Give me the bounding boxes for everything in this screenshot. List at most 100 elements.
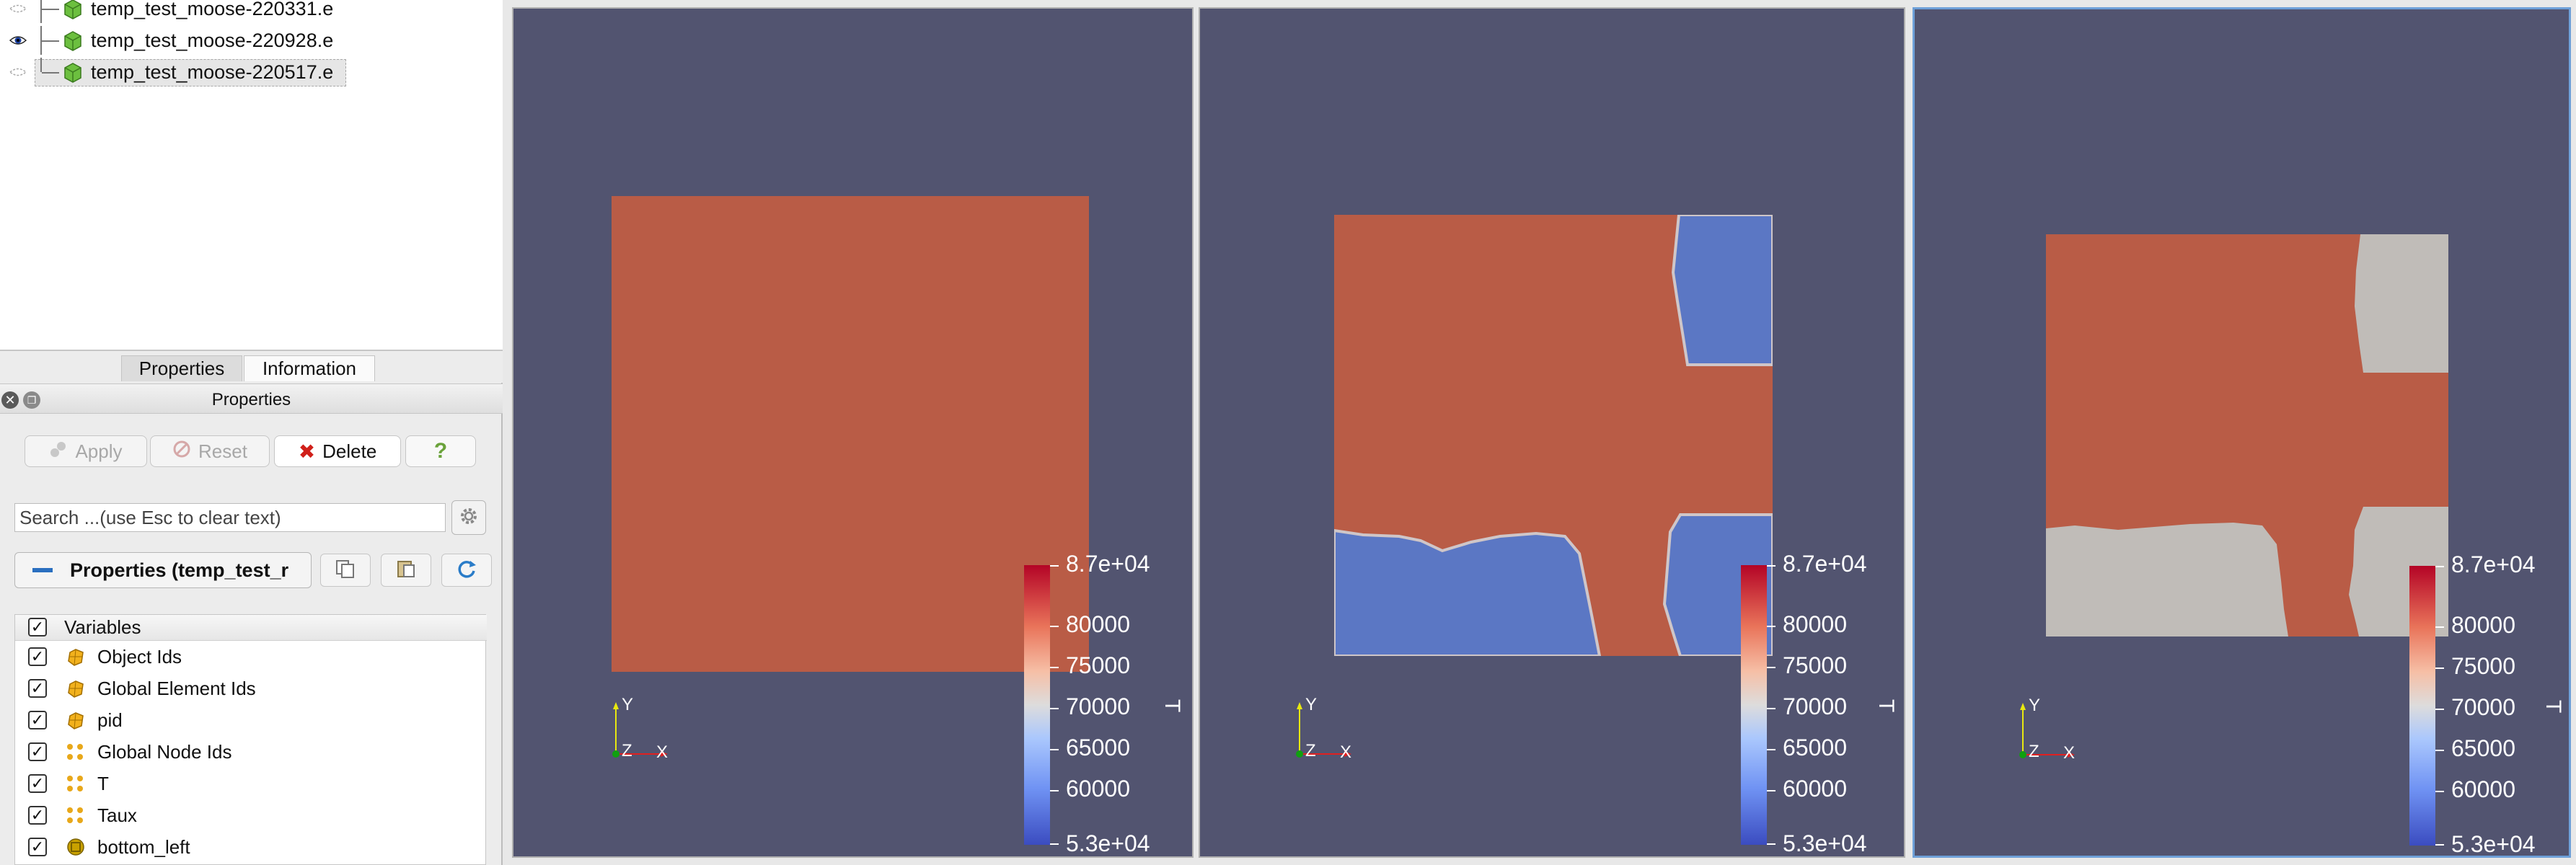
help-button[interactable]: ? xyxy=(405,435,476,467)
cell-data-icon xyxy=(66,678,86,698)
paste-icon xyxy=(395,559,417,582)
list-item[interactable]: ✓ Taux xyxy=(15,799,487,831)
delete-button[interactable]: ✖ Delete xyxy=(274,435,401,467)
tab-properties[interactable]: Properties xyxy=(121,355,242,381)
legend-tick-label: 70000 xyxy=(1066,693,1130,719)
dataset-cube-icon xyxy=(62,61,84,83)
dock-title: Properties xyxy=(211,390,291,409)
tab-information[interactable]: Information xyxy=(244,355,375,381)
copy-button[interactable] xyxy=(320,554,371,587)
color-legend-bar xyxy=(2409,566,2444,846)
checkbox[interactable]: ✓ xyxy=(28,679,47,698)
reset-button[interactable]: Reset xyxy=(150,435,270,467)
pipeline-item-label: temp_test_moose-220928.e xyxy=(91,29,334,51)
delete-icon: ✖ xyxy=(298,440,316,463)
variable-label: T xyxy=(97,772,109,794)
pipeline-item[interactable]: temp_test_moose-220331.e xyxy=(0,0,503,23)
tree-branch xyxy=(40,26,62,55)
axis-x-label: X xyxy=(2063,743,2076,763)
axis-y-label: Y xyxy=(1305,695,1318,714)
pipeline-item[interactable]: temp_test_moose-220928.e xyxy=(0,26,503,55)
dataset-cube-icon xyxy=(62,30,84,51)
cell-data-icon xyxy=(66,647,86,667)
variable-label: Global Node Ids xyxy=(97,740,232,763)
list-item[interactable]: ✓ Global Node Ids xyxy=(15,736,487,768)
legend-min-label: 5.3e+04 xyxy=(1066,830,1150,856)
checkbox[interactable]: ✓ xyxy=(28,774,47,793)
axis-x-label: X xyxy=(1340,742,1352,762)
variable-label: pid xyxy=(97,709,123,731)
color-legend-bar xyxy=(1024,565,1059,845)
legend-title: T xyxy=(1160,699,1184,713)
orientation-axes: Y Z X xyxy=(606,689,692,768)
list-item[interactable]: ✓ bottom_left xyxy=(15,831,487,863)
checkbox-all[interactable]: ✓ xyxy=(28,618,47,636)
delete-label: Delete xyxy=(322,440,377,462)
legend-min-label: 5.3e+04 xyxy=(2451,831,2536,857)
refresh-icon xyxy=(456,558,477,583)
section-label: Properties (temp_test_r xyxy=(70,559,289,581)
list-item[interactable]: ✓ Object Ids xyxy=(15,641,487,673)
tree-branch xyxy=(40,58,62,74)
eye-closed-icon[interactable] xyxy=(7,65,29,79)
collapse-icon xyxy=(32,568,53,572)
reset-icon xyxy=(172,440,191,463)
legend-tick-label: 60000 xyxy=(1066,776,1130,802)
paste-button[interactable] xyxy=(381,554,431,587)
checkbox[interactable]: ✓ xyxy=(28,838,47,856)
variables-header[interactable]: ✓ Variables xyxy=(15,615,487,641)
gear-icon xyxy=(459,506,479,530)
mesh-surface xyxy=(2046,234,2448,636)
legend-min-label: 5.3e+04 xyxy=(1783,830,1867,856)
apply-button[interactable]: Apply xyxy=(25,435,147,467)
mesh-surface xyxy=(1334,215,1773,656)
checkbox[interactable]: ✓ xyxy=(28,742,47,761)
apply-label: Apply xyxy=(75,440,123,462)
list-item[interactable]: ✓ Global Element Ids xyxy=(15,673,487,704)
checkbox[interactable]: ✓ xyxy=(28,711,47,729)
legend-tick-label: 75000 xyxy=(2451,653,2515,679)
pipeline-item-label: temp_test_moose-220331.e xyxy=(91,0,334,19)
render-view-1[interactable]: 8.7e+04 80000 75000 70000 65000 60000 5.… xyxy=(512,7,1194,858)
search-input[interactable] xyxy=(14,503,446,532)
eye-closed-icon[interactable] xyxy=(7,1,29,16)
apply-icon xyxy=(49,440,68,463)
axis-x-label: X xyxy=(656,742,669,762)
legend-tick-label: 65000 xyxy=(1783,735,1847,760)
point-data-icon xyxy=(66,805,86,825)
color-legend-bar xyxy=(1741,565,1776,845)
properties-section-toggle[interactable]: Properties (temp_test_r xyxy=(14,552,312,588)
axis-z-label: Z xyxy=(622,741,632,760)
render-view-3-active[interactable]: 8.7e+04 80000 75000 70000 65000 60000 5.… xyxy=(1913,7,2571,858)
legend-tick-label: 75000 xyxy=(1783,652,1847,678)
axis-y-label: Y xyxy=(622,695,634,714)
legend-tick-label: 70000 xyxy=(2451,694,2515,720)
pipeline-item-selected[interactable]: temp_test_moose-220517.e xyxy=(0,58,503,86)
legend-title: T xyxy=(1874,699,1898,713)
legend-tick-label: 80000 xyxy=(1066,611,1130,637)
checkbox[interactable]: ✓ xyxy=(28,647,47,666)
left-panel: temp_test_moose-220331.e temp_test_moose… xyxy=(0,0,503,865)
properties-dock-header: ✕ ❐ Properties xyxy=(0,383,503,414)
variables-list: ✓ Variables ✓ Object Ids ✓ Global Elemen… xyxy=(14,614,487,865)
legend-tick-label: 75000 xyxy=(1066,652,1130,678)
list-item[interactable]: ✓ pid xyxy=(15,704,487,736)
advanced-settings-button[interactable] xyxy=(451,500,486,535)
axis-z-label: Z xyxy=(1305,741,1316,760)
pipeline-browser: temp_test_moose-220331.e temp_test_moose… xyxy=(0,0,503,351)
eye-open-icon[interactable] xyxy=(7,33,29,48)
legend-max-label: 8.7e+04 xyxy=(1783,551,1867,577)
variable-label: Global Element Ids xyxy=(97,677,256,699)
axis-z-label: Z xyxy=(2029,742,2039,761)
list-item[interactable]: ✓ T xyxy=(15,768,487,799)
legend-tick-label: 80000 xyxy=(2451,612,2515,638)
legend-max-label: 8.7e+04 xyxy=(2451,551,2536,577)
reset-label: Reset xyxy=(198,440,247,462)
copy-icon xyxy=(335,559,356,582)
tree-branch xyxy=(40,0,62,23)
orientation-axes: Y Z X xyxy=(1289,689,1376,768)
render-view-2[interactable]: 8.7e+04 80000 75000 70000 65000 60000 5.… xyxy=(1199,7,1905,858)
variable-label: bottom_left xyxy=(97,835,190,858)
refresh-button[interactable] xyxy=(441,554,492,587)
checkbox[interactable]: ✓ xyxy=(28,806,47,825)
